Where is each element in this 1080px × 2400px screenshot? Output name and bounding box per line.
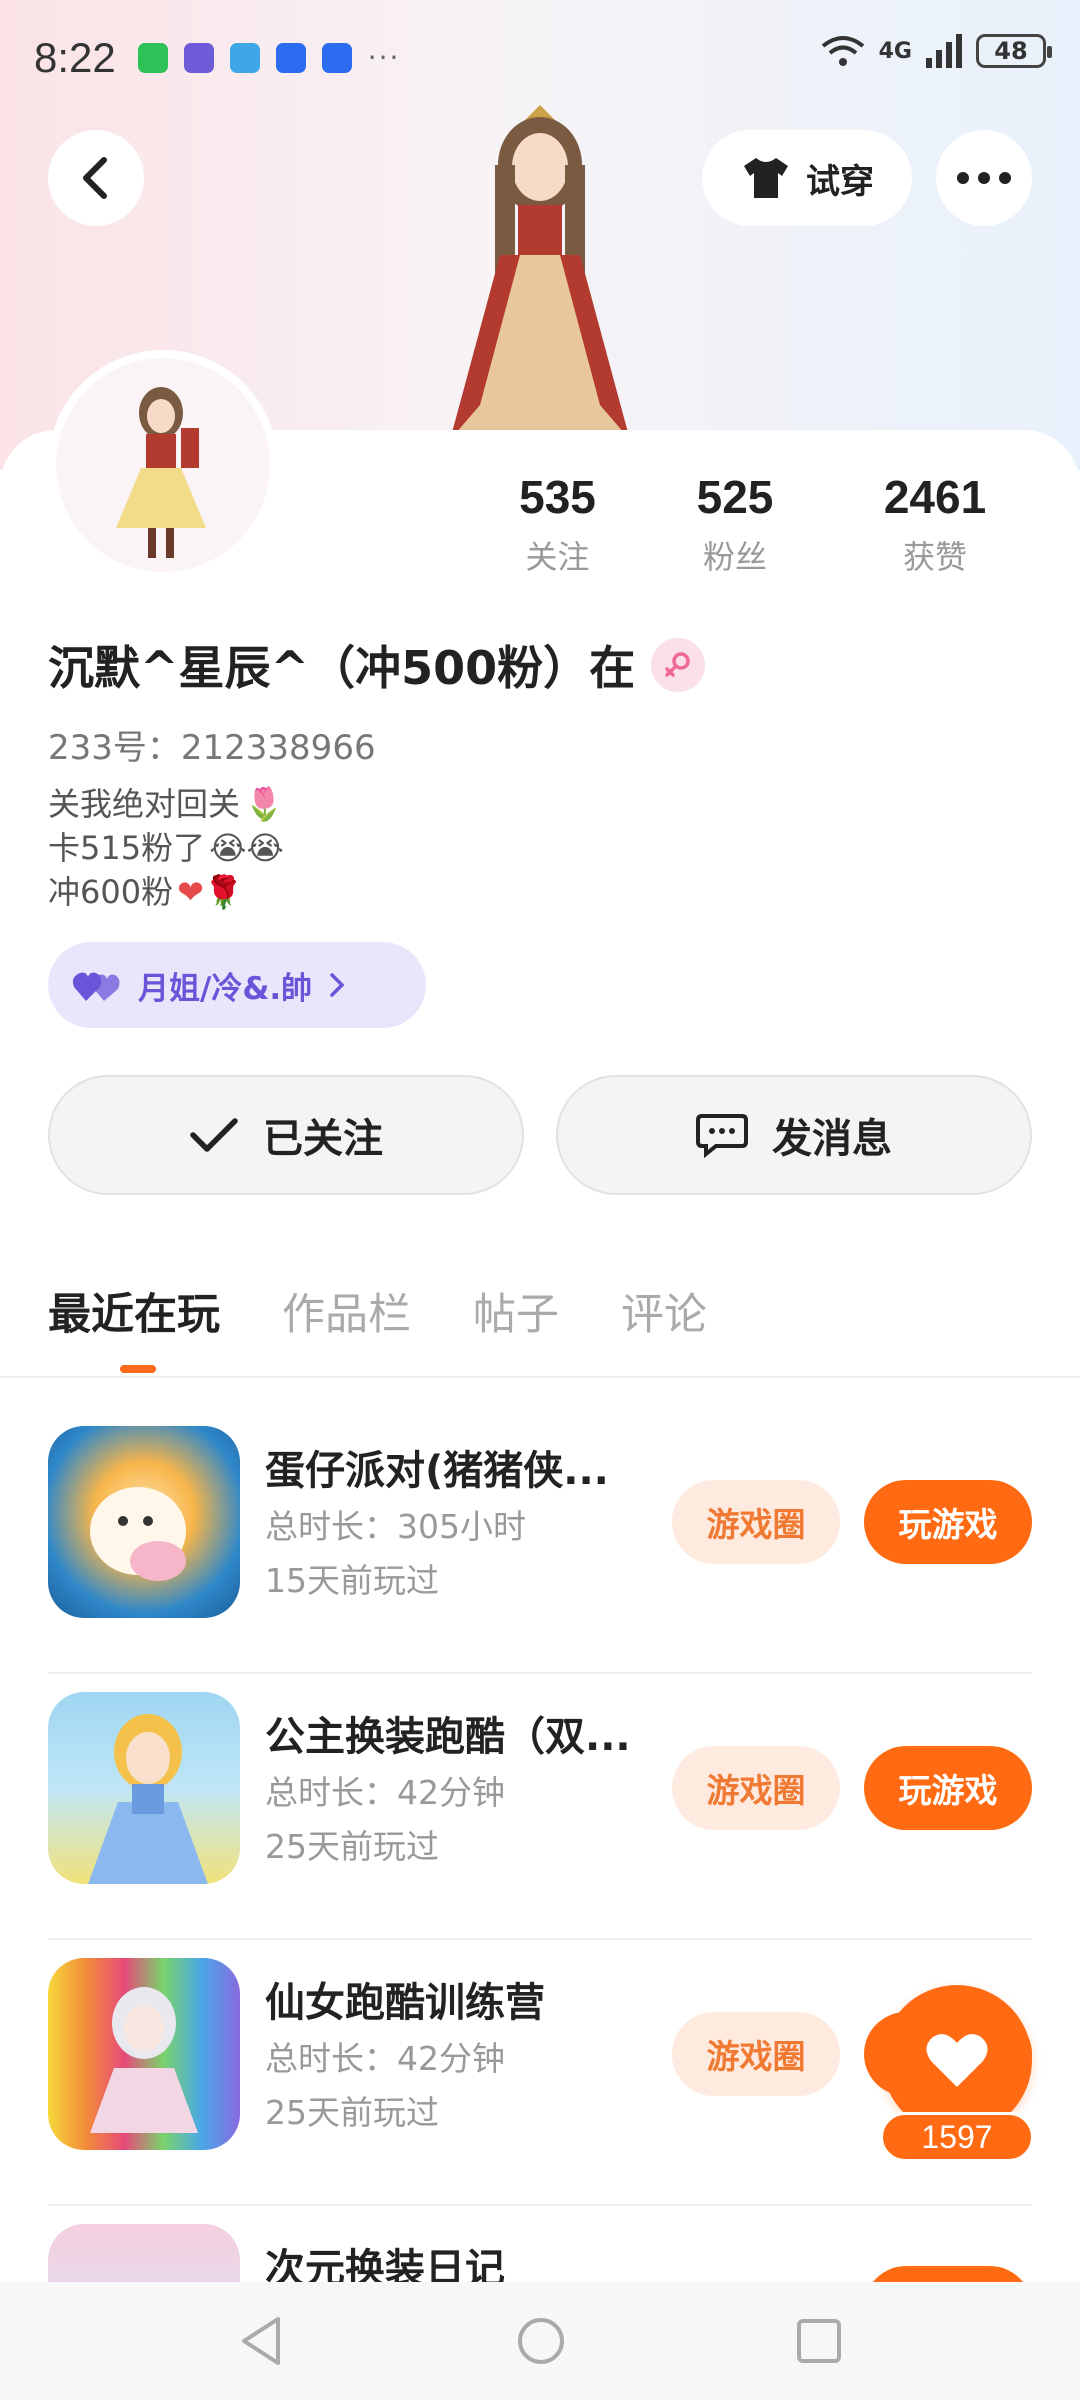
tab-divider (0, 1376, 1080, 1378)
stat-number: 525 (696, 471, 774, 523)
double-heart-icon (72, 972, 120, 1001)
back-button[interactable] (48, 130, 144, 226)
bio-line: 冲600粉 (48, 873, 174, 911)
game-title: 蛋仔派对(猪猪侠... (265, 1448, 609, 1494)
bio-line: 卡515粉了 (48, 829, 206, 867)
followed-label: 已关注 (263, 1116, 383, 1162)
game-circle-button[interactable]: 游戏圈 (672, 1746, 840, 1830)
tab-recently-played[interactable]: 最近在玩 (48, 1280, 220, 1342)
tulip-emoji-icon: 🌷 (244, 785, 284, 823)
game-last-played: 15天前玩过 (265, 1561, 439, 1600)
heart-icon (926, 2034, 988, 2087)
list-item[interactable]: 公主换装跑酷（双... 总时长：42分钟 25天前玩过 游戏圈 玩游戏 (0, 1674, 1080, 1940)
play-game-button[interactable]: 玩游戏 (864, 1746, 1032, 1830)
stat-label: 获赞 (902, 538, 967, 576)
game-duration: 总时长：42分钟 (265, 2039, 505, 2078)
system-navigation-bar (0, 2282, 1080, 2400)
list-item[interactable]: 蛋仔派对(猪猪侠... 总时长：305小时 15天前玩过 游戏圈 玩游戏 (0, 1408, 1080, 1674)
battery-indicator: 48 (976, 34, 1052, 68)
stat-following[interactable]: 535 关注 (480, 470, 635, 578)
app-notification-icon (275, 42, 306, 73)
recent-games-list: 蛋仔派对(猪猪侠... 总时长：305小时 15天前玩过 游戏圈 玩游戏 公主换… (0, 1408, 1080, 2400)
followed-button[interactable]: 已关注 (48, 1075, 524, 1195)
game-duration: 总时长：305小时 (265, 1507, 526, 1546)
avatar[interactable] (48, 350, 278, 580)
profile-uid: 233号：212338966 (48, 728, 376, 768)
crying-emoji-icon: 😭😭 (209, 829, 284, 867)
stat-followers[interactable]: 525 粉丝 (635, 470, 835, 578)
avatar-3d-figure (450, 105, 630, 440)
send-message-button[interactable]: 发消息 (556, 1075, 1032, 1195)
nav-recents-icon[interactable] (796, 2318, 842, 2364)
profile-bio: 关我绝对回关 🌷 卡515粉了 😭😭 冲600粉 ❤🌹 (48, 782, 284, 914)
active-tab-indicator (120, 1365, 156, 1373)
stat-number: 2461 (883, 471, 987, 523)
profile-tabs: 最近在玩 作品栏 帖子 评论 (48, 1280, 707, 1342)
game-icon[interactable] (48, 1426, 240, 1618)
tab-comments[interactable]: 评论 (621, 1280, 707, 1342)
stat-label: 粉丝 (702, 538, 767, 576)
game-icon[interactable] (48, 1692, 240, 1884)
more-options-button[interactable] (936, 130, 1032, 226)
wechat-notification-icon (137, 42, 168, 73)
game-last-played: 25天前玩过 (265, 1827, 439, 1866)
nav-back-icon[interactable] (238, 2315, 286, 2367)
chevron-left-icon (83, 157, 107, 199)
status-time: 8:22 (34, 33, 116, 81)
signal-icon (926, 34, 962, 68)
status-bar: 8:22 ··· 4G 48 (0, 0, 1080, 115)
stat-likes[interactable]: 2461 获赞 (835, 470, 1035, 578)
bio-line: 关我绝对回关 (48, 785, 241, 823)
app-notification-icon (183, 42, 214, 73)
profile-stats: 535 关注 525 粉丝 2461 获赞 (480, 470, 1060, 578)
female-gender-icon (651, 638, 706, 692)
play-game-button[interactable]: 玩游戏 (864, 1480, 1032, 1564)
check-icon (190, 1118, 238, 1152)
send-message-label: 发消息 (772, 1116, 892, 1162)
wifi-icon (821, 36, 864, 66)
game-icon[interactable] (48, 1958, 240, 2150)
profile-name: 沉默^星辰^（冲500粉）在 (48, 641, 636, 695)
app-notification-icon (321, 42, 352, 73)
profile-name-row: 沉默^星辰^（冲500粉）在 (48, 632, 706, 698)
game-circle-button[interactable]: 游戏圈 (672, 1480, 840, 1564)
relationship-label: 月姐/冷&.帥 (138, 970, 313, 1007)
chevron-right-icon (330, 973, 345, 997)
tshirt-icon (744, 158, 788, 198)
network-type: 4G (878, 38, 912, 64)
app-notification-icon (229, 42, 260, 73)
avatar-figure (116, 387, 206, 558)
game-circle-button[interactable]: 游戏圈 (672, 2012, 840, 2096)
more-dots-icon (957, 172, 1011, 184)
tab-works[interactable]: 作品栏 (282, 1280, 411, 1342)
try-on-button[interactable]: 试穿 (702, 130, 912, 226)
stat-label: 关注 (525, 538, 590, 576)
game-title: 仙女跑酷训练营 (265, 1980, 545, 2026)
tab-posts[interactable]: 帖子 (473, 1280, 559, 1342)
try-on-label: 试穿 (806, 161, 874, 202)
stat-number: 535 (519, 471, 596, 523)
more-notifications-icon: ··· (367, 41, 401, 74)
chat-bubble-icon (696, 1114, 748, 1158)
heart-rose-emoji-icon: ❤🌹 (177, 873, 244, 911)
game-title: 公主换装跑酷（双... (265, 1714, 631, 1760)
game-duration: 总时长：42分钟 (265, 1773, 505, 1812)
game-last-played: 25天前玩过 (265, 2093, 439, 2132)
like-count: 1597 (880, 2112, 1034, 2162)
relationship-badge[interactable]: 月姐/冷&.帥 (48, 942, 426, 1028)
nav-home-icon[interactable] (516, 2316, 566, 2366)
